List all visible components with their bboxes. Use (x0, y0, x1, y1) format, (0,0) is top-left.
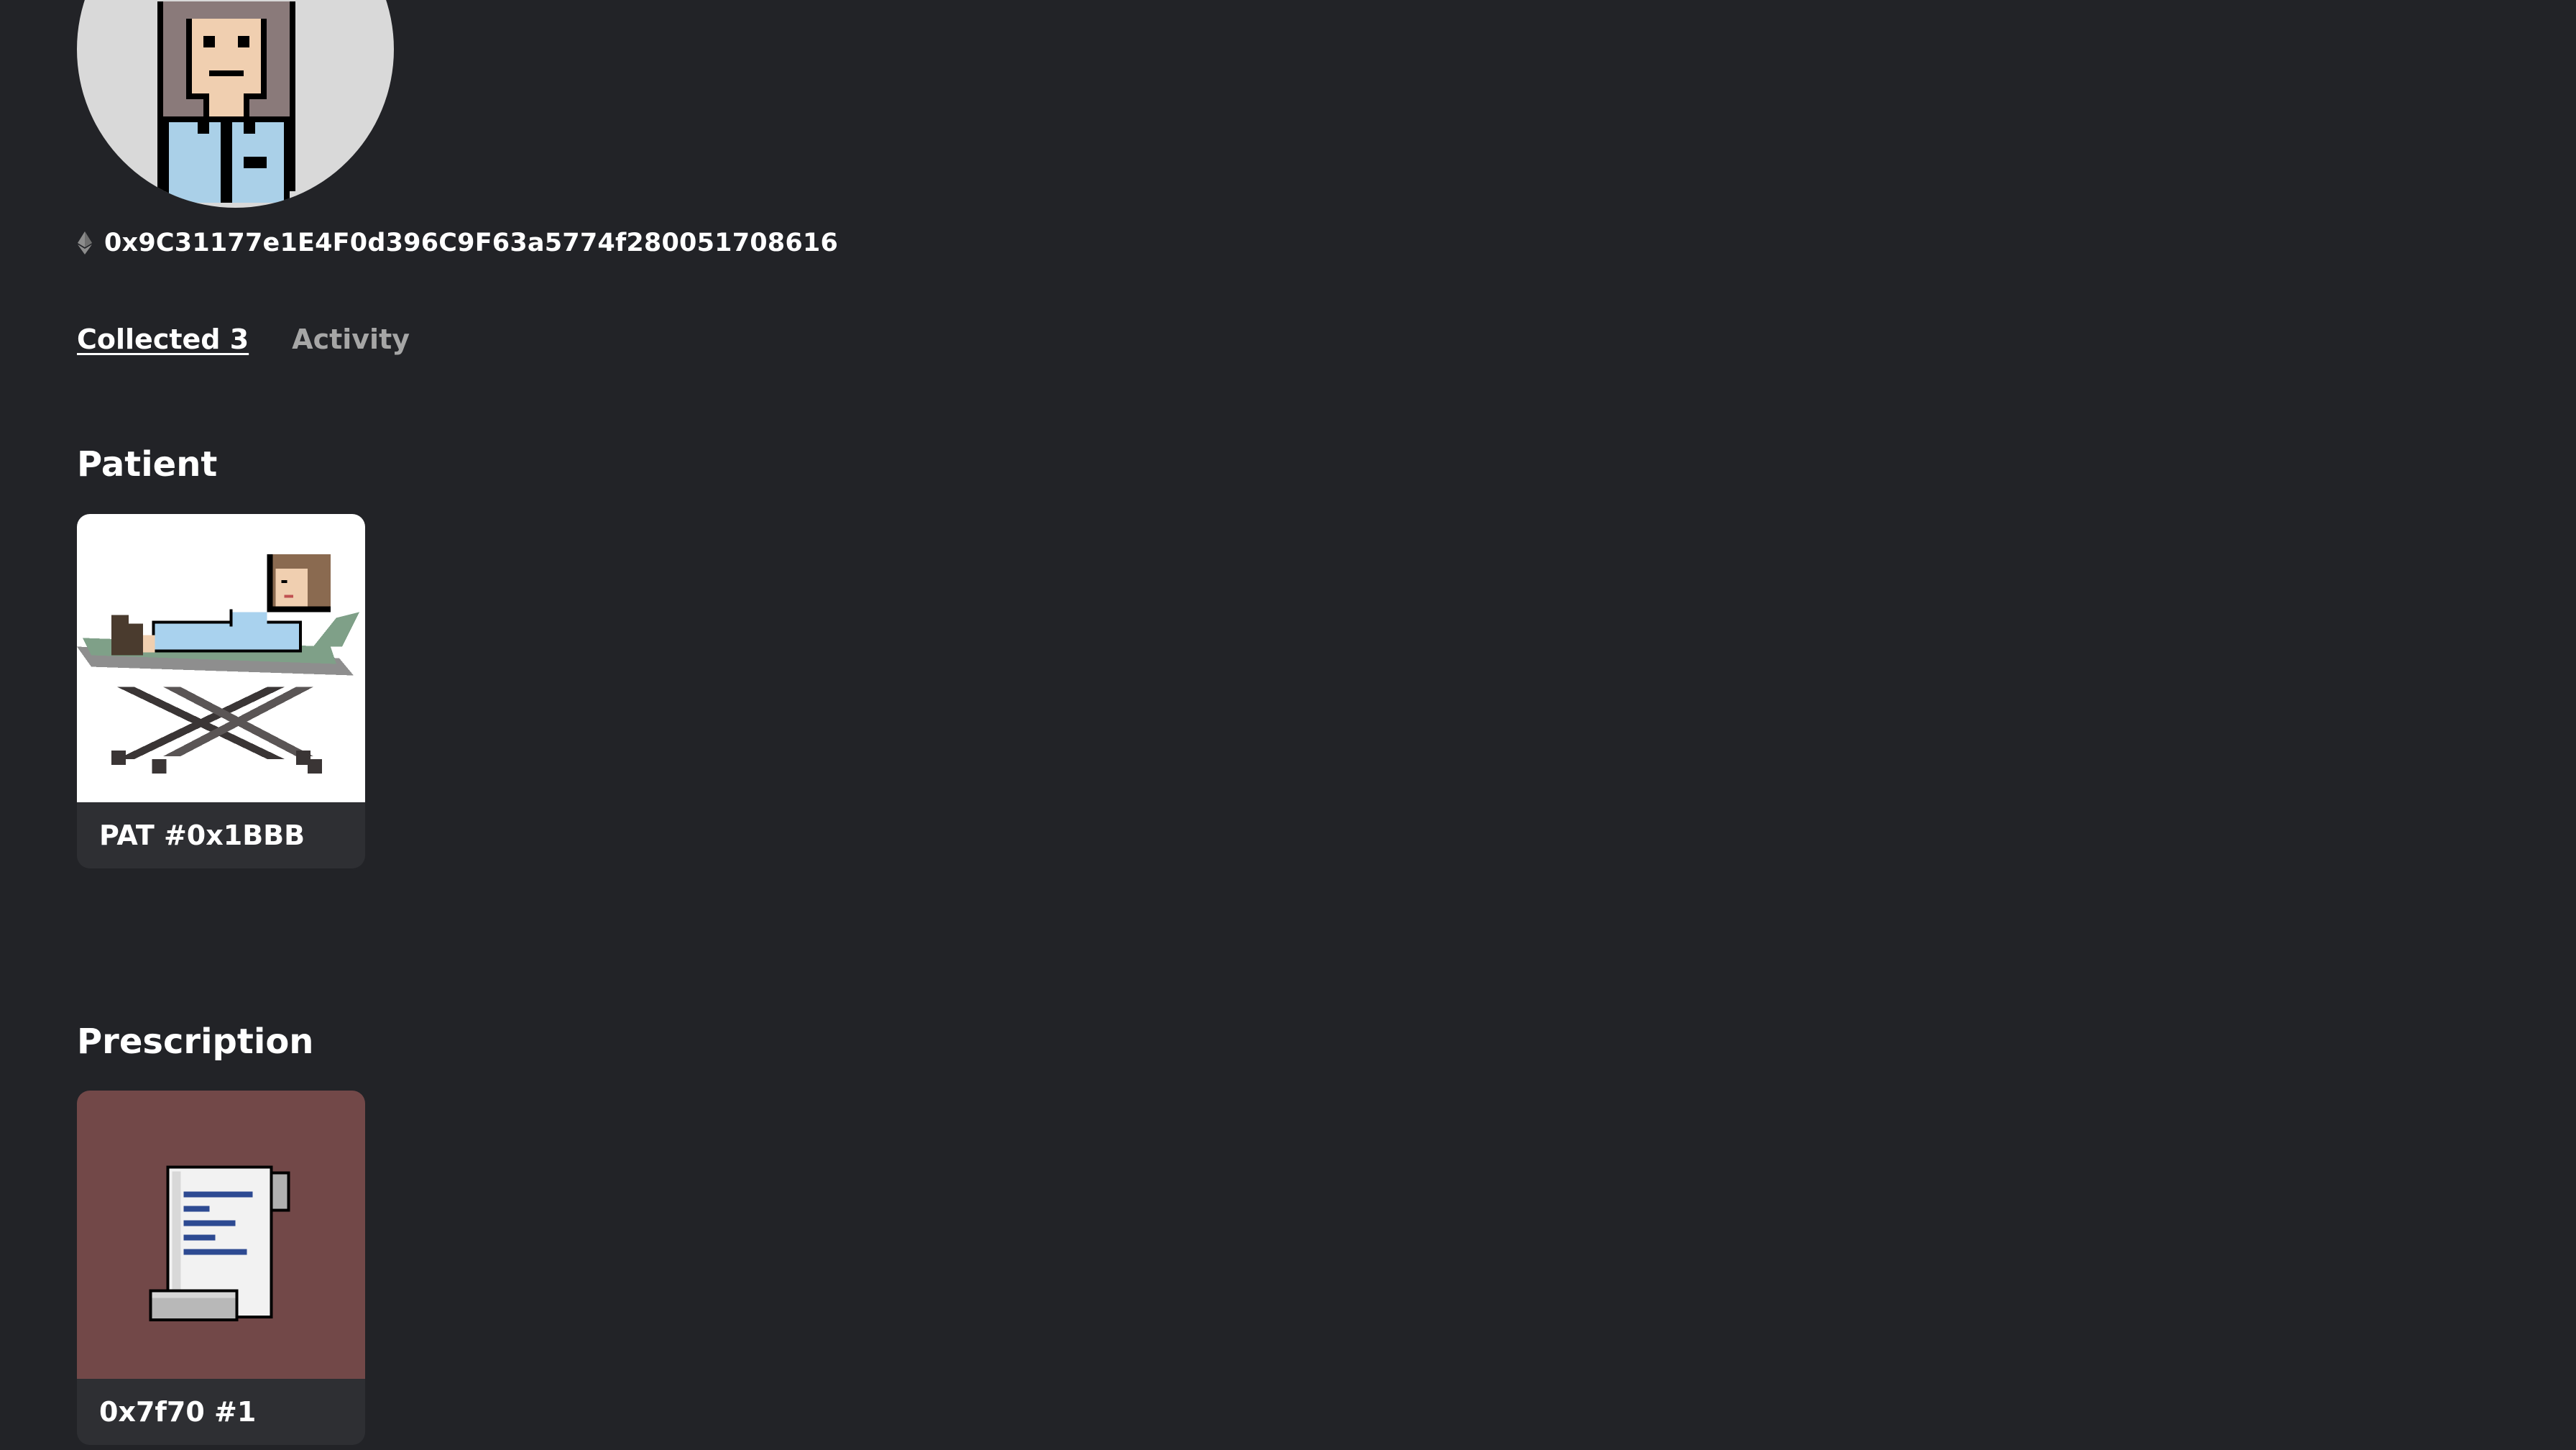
section-title-prescription: Prescription (77, 1022, 314, 1062)
prescription-scroll-icon (149, 1165, 290, 1321)
nft-card-label: 0x7f70 #1 (99, 1396, 257, 1428)
tab-collected[interactable]: Collected 3 (77, 324, 249, 355)
pixel-doctor-avatar-icon (157, 1, 295, 203)
nft-card-label: PAT #0x1BBB (99, 820, 305, 851)
ethereum-icon (78, 231, 92, 254)
nft-card-patient[interactable]: PAT #0x1BBB (77, 514, 365, 868)
nft-card-prescription[interactable]: 0x7f70 #1 (77, 1091, 365, 1445)
wallet-address-text: 0x9C31177e1E4F0d396C9F63a5774f2800517086… (104, 229, 839, 257)
section-title-patient: Patient (77, 444, 218, 485)
nft-card-image (77, 514, 365, 802)
profile-page: 0x9C31177e1E4F0d396C9F63a5774f2800517086… (0, 0, 2576, 1450)
wallet-address[interactable]: 0x9C31177e1E4F0d396C9F63a5774f2800517086… (77, 229, 838, 257)
avatar (77, 0, 394, 208)
profile-tabs: Collected 3 Activity (77, 324, 410, 355)
nft-card-image (77, 1091, 365, 1379)
patient-on-stretcher-icon (77, 554, 359, 774)
tab-activity[interactable]: Activity (292, 324, 410, 355)
